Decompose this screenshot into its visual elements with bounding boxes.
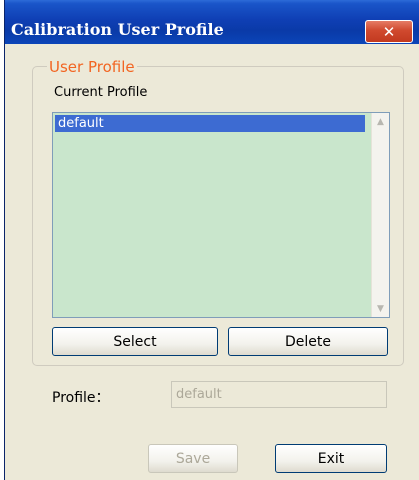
scroll-down-icon[interactable]: ▼ — [372, 300, 389, 317]
select-button-label: Select — [113, 333, 157, 350]
group-title: User Profile — [47, 58, 137, 76]
title-bar[interactable]: Calibration User Profile ✕ — [5, 0, 419, 44]
save-button[interactable]: Save — [148, 444, 238, 473]
exit-button[interactable]: Exit — [275, 444, 387, 473]
delete-button-label: Delete — [285, 333, 331, 350]
save-button-label: Save — [175, 450, 211, 467]
window-title: Calibration User Profile — [11, 20, 224, 39]
delete-button[interactable]: Delete — [228, 327, 388, 356]
vertical-scrollbar[interactable]: ▲ ▼ — [371, 113, 389, 317]
select-button[interactable]: Select — [52, 327, 218, 356]
current-profile-label: Current Profile — [54, 85, 148, 100]
exit-button-label: Exit — [317, 450, 345, 467]
profile-name-field[interactable]: default — [171, 381, 387, 408]
profile-listbox[interactable]: default ▲ ▼ — [52, 112, 390, 318]
close-icon: ✕ — [382, 22, 396, 41]
scroll-up-icon[interactable]: ▲ — [372, 113, 389, 130]
close-button[interactable]: ✕ — [365, 20, 413, 43]
profile-label: Profile： — [52, 390, 110, 406]
list-item[interactable]: default — [55, 115, 365, 132]
